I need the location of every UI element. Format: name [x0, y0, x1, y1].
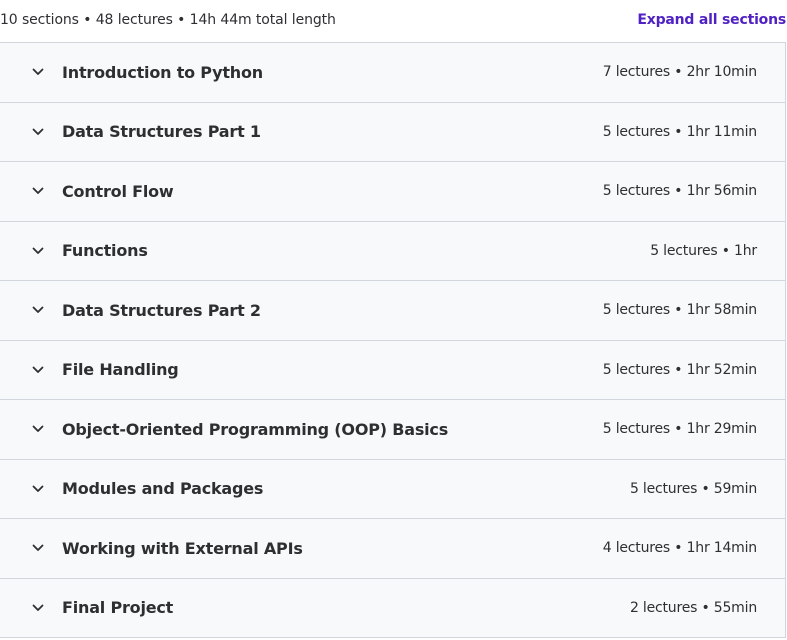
section-title: Modules and Packages: [62, 479, 264, 499]
section-header[interactable]: Final Project 2 lectures • 55min: [0, 578, 785, 638]
chevron-down-icon: [31, 422, 45, 436]
section-header[interactable]: Modules and Packages 5 lectures • 59min: [0, 459, 785, 519]
section-title: Data Structures Part 2: [62, 300, 261, 320]
section-lecture-info: 5 lectures • 1hr 11min: [602, 123, 757, 140]
section-lecture-info: 5 lectures • 1hr 29min: [602, 421, 757, 438]
section-title: Data Structures Part 1: [62, 122, 261, 142]
chevron-down-icon: [31, 482, 45, 496]
curriculum-section-list: Introduction to Python 7 lectures • 2hr …: [0, 42, 786, 638]
section-header[interactable]: Data Structures Part 2 5 lectures • 1hr …: [0, 281, 785, 341]
section-header[interactable]: File Handling 5 lectures • 1hr 52min: [0, 340, 785, 400]
course-content-summary: 10 sections • 48 lectures • 14h 44m tota…: [0, 0, 787, 42]
chevron-down-icon: [31, 184, 45, 198]
section-title: Introduction to Python: [62, 62, 263, 82]
chevron-down-icon: [31, 125, 45, 139]
section-header[interactable]: Object-Oriented Programming (OOP) Basics…: [0, 400, 785, 460]
section-title: Functions: [62, 241, 148, 261]
section-lecture-info: 4 lectures • 1hr 14min: [602, 540, 757, 557]
section-lecture-info: 5 lectures • 1hr 56min: [602, 183, 757, 200]
section-header[interactable]: Control Flow 5 lectures • 1hr 56min: [0, 162, 785, 222]
expand-all-sections-button[interactable]: Expand all sections: [637, 12, 786, 28]
section-header[interactable]: Data Structures Part 1 5 lectures • 1hr …: [0, 102, 785, 162]
chevron-down-icon: [31, 601, 45, 615]
section-header[interactable]: Functions 5 lectures • 1hr: [0, 221, 785, 281]
chevron-down-icon: [31, 65, 45, 79]
section-header[interactable]: Introduction to Python 7 lectures • 2hr …: [0, 43, 785, 103]
section-title: Object-Oriented Programming (OOP) Basics: [62, 419, 449, 439]
chevron-down-icon: [31, 363, 45, 377]
section-title: File Handling: [62, 360, 179, 380]
section-title: Working with External APIs: [62, 538, 303, 558]
chevron-down-icon: [31, 541, 45, 555]
section-title: Control Flow: [62, 181, 174, 201]
section-header[interactable]: Working with External APIs 4 lectures • …: [0, 519, 785, 579]
course-stats-text: 10 sections • 48 lectures • 14h 44m tota…: [0, 11, 336, 28]
chevron-down-icon: [31, 244, 45, 258]
section-lecture-info: 2 lectures • 55min: [629, 599, 757, 616]
chevron-down-icon: [31, 303, 45, 317]
section-lecture-info: 5 lectures • 1hr 52min: [602, 361, 757, 378]
section-lecture-info: 5 lectures • 1hr: [650, 242, 757, 259]
section-title: Final Project: [62, 598, 174, 618]
section-lecture-info: 5 lectures • 1hr 58min: [602, 302, 757, 319]
section-lecture-info: 7 lectures • 2hr 10min: [602, 64, 757, 81]
section-lecture-info: 5 lectures • 59min: [629, 480, 757, 497]
